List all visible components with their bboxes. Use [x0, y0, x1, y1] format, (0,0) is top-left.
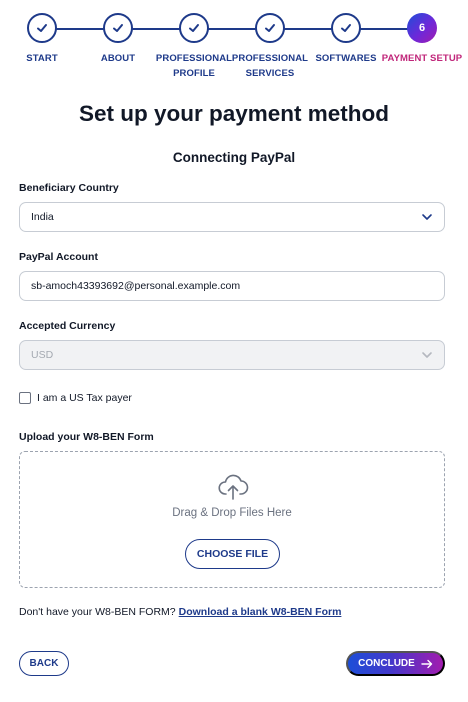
us-tax-payer-row: I am a US Tax payer — [19, 392, 132, 404]
drop-text: Drag & Drop Files Here — [172, 507, 292, 519]
check-icon — [341, 24, 351, 32]
check-icon — [113, 24, 123, 32]
progress-stepper: START ABOUT PROFESSIONAL PROFILE PROFESS… — [0, 0, 468, 90]
download-row: Don't have your W8-BEN FORM? Download a b… — [19, 606, 341, 618]
download-w8ben-link[interactable]: Download a blank W8-BEN Form — [179, 606, 342, 618]
chevron-down-icon — [422, 214, 432, 220]
us-tax-payer-checkbox[interactable] — [19, 392, 31, 404]
paypal-account-label: PayPal Account — [19, 251, 98, 263]
step-softwares-circle — [331, 13, 361, 43]
accepted-currency-value: USD — [31, 349, 54, 361]
step-start-circle — [27, 13, 57, 43]
step-payment-setup-label: PAYMENT SETUP — [381, 53, 463, 64]
step-number: 6 — [418, 22, 426, 34]
back-button[interactable]: BACK — [19, 651, 69, 676]
check-icon — [37, 24, 47, 32]
step-payment-setup-circle: 6 — [407, 13, 437, 43]
check-icon — [265, 24, 275, 32]
download-prompt: Don't have your W8-BEN FORM? — [19, 606, 176, 618]
choose-file-button[interactable]: CHOOSE FILE — [185, 539, 280, 569]
conclude-button[interactable]: CONCLUDE — [346, 651, 445, 676]
step-professional-profile-circle — [179, 13, 209, 43]
beneficiary-country-select[interactable]: India — [19, 202, 445, 232]
upload-label: Upload your W8-BEN Form — [19, 431, 154, 443]
step-professional-services-circle — [255, 13, 285, 43]
cloud-upload-icon — [218, 474, 249, 500]
accepted-currency-label: Accepted Currency — [19, 320, 116, 332]
arrow-right-icon — [421, 659, 433, 668]
file-dropzone[interactable]: Drag & Drop Files Here CHOOSE FILE — [19, 451, 445, 588]
stepper-connector — [42, 28, 422, 30]
accepted-currency-select: USD — [19, 340, 445, 370]
beneficiary-country-value: India — [31, 211, 54, 223]
page-subtitle: Connecting PayPal — [172, 150, 296, 165]
beneficiary-country-label: Beneficiary Country — [19, 182, 119, 194]
step-about-circle — [103, 13, 133, 43]
page-title: Set up your payment method — [78, 101, 390, 126]
chevron-down-icon — [422, 352, 432, 358]
paypal-account-input[interactable]: sb-amoch43393692@personal.example.com — [19, 271, 445, 301]
check-icon — [189, 24, 199, 32]
paypal-account-value: sb-amoch43393692@personal.example.com — [31, 280, 241, 292]
us-tax-payer-label[interactable]: I am a US Tax payer — [37, 392, 132, 404]
conclude-label: CONCLUDE — [358, 658, 415, 669]
